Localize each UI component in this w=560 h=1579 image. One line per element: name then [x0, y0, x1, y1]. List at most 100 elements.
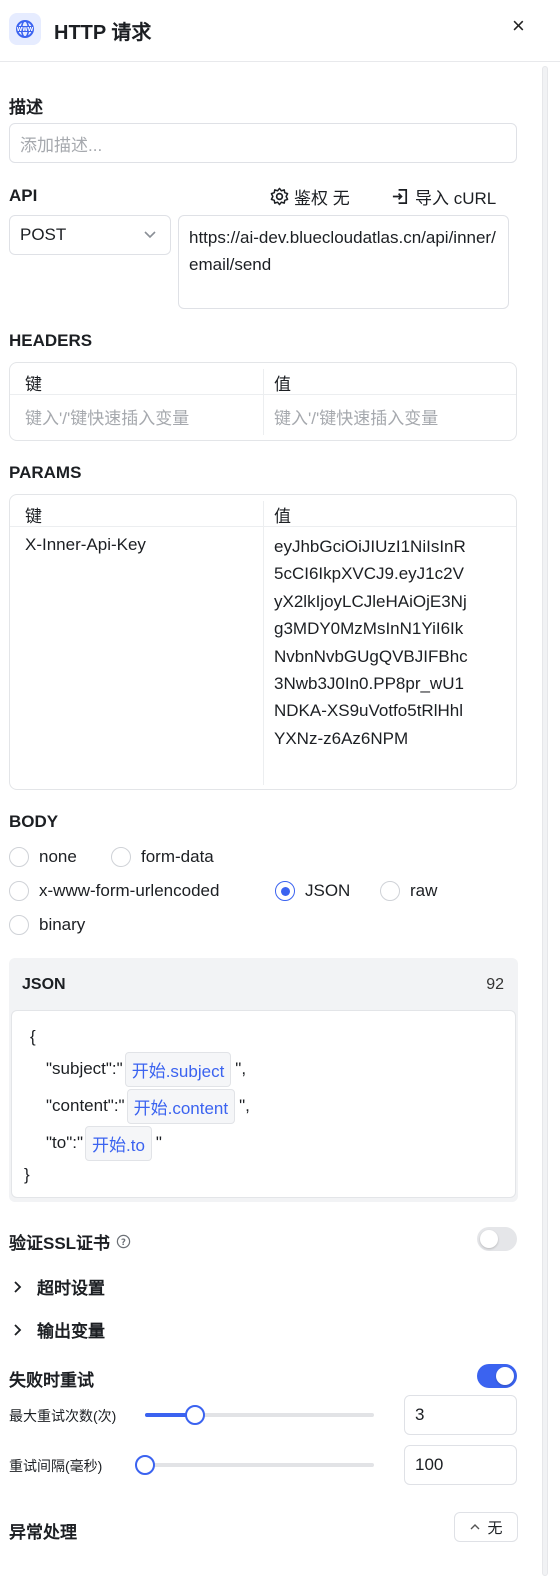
radio-icon	[380, 881, 400, 901]
variable-tag[interactable]: 开始.subject	[124, 1051, 232, 1087]
panel-title: HTTP 请求	[54, 22, 152, 44]
globe-icon: WWW	[9, 13, 41, 45]
chevron-right-icon	[14, 1323, 22, 1336]
headers-col-value: 值	[274, 375, 291, 394]
error-handling-value: 无	[487, 1519, 503, 1537]
headers-col-key: 键	[25, 375, 42, 394]
option-label: JSON	[305, 881, 351, 900]
error-handling-label: 异常处理	[9, 1523, 77, 1542]
slider-handle[interactable]	[185, 1405, 206, 1425]
option-label: none	[39, 847, 77, 866]
retry-interval-value: 100	[415, 1455, 444, 1474]
timeout-section-toggle[interactable]: 超时设置	[9, 1274, 105, 1299]
svg-text:WWW: WWW	[17, 27, 34, 33]
json-char-count: 92	[486, 976, 504, 993]
import-icon	[392, 188, 408, 205]
body-option-raw[interactable]: raw	[380, 881, 437, 901]
header-value-input[interactable]: 键入'/'键快速插入变量	[274, 404, 438, 429]
retry-interval-slider[interactable]	[135, 1455, 374, 1475]
body-label: BODY	[9, 812, 59, 831]
retry-toggle[interactable]	[477, 1364, 517, 1388]
body-option-urlencoded[interactable]: x-www-form-urlencoded	[9, 881, 219, 901]
error-handling-select[interactable]: 无	[454, 1512, 518, 1542]
radio-icon	[9, 881, 29, 901]
json-open-brace: {	[30, 1027, 36, 1046]
max-retry-input[interactable]: 3	[404, 1395, 517, 1435]
ssl-toggle[interactable]	[477, 1227, 517, 1251]
params-col-value: 值	[274, 507, 291, 526]
json-line: "subject":" 开始.subject ",	[46, 1051, 247, 1087]
description-placeholder: 添加描述...	[20, 135, 103, 155]
variable-tag[interactable]: 开始.content	[126, 1088, 236, 1124]
body-option-binary[interactable]: binary	[9, 915, 85, 935]
json-line: "content":" 开始.content ",	[46, 1088, 250, 1124]
output-vars-label: 输出变量	[37, 1322, 105, 1341]
radio-icon	[9, 915, 29, 935]
param-key-input[interactable]: X-Inner-Api-Key	[25, 535, 146, 555]
option-label: binary	[39, 915, 86, 934]
method-value: POST	[20, 225, 67, 244]
params-col-key: 键	[25, 507, 42, 526]
params-label: PARAMS	[9, 463, 82, 482]
option-label: form-data	[141, 847, 214, 866]
method-select[interactable]: POST	[9, 215, 171, 255]
params-table: 键 值 X-Inner-Api-Key eyJhbGciOiJIUzI1NiIs…	[9, 494, 517, 790]
json-key: "content":"	[46, 1096, 125, 1115]
description-input[interactable]: 添加描述...	[9, 123, 517, 163]
json-tail: ",	[239, 1096, 250, 1115]
gear-icon	[270, 187, 289, 206]
auth-label: 鉴权 无	[294, 189, 350, 208]
toggle-knob	[496, 1367, 514, 1385]
panel-header: WWW HTTP 请求 ×	[0, 0, 560, 62]
import-curl-button[interactable]: 导入 cURL	[391, 184, 496, 209]
radio-icon	[9, 847, 29, 867]
help-icon[interactable]: ?	[116, 1234, 131, 1249]
body-option-none[interactable]: none	[9, 847, 77, 867]
slider-handle[interactable]	[135, 1455, 155, 1475]
json-editor-title: JSON	[22, 976, 66, 993]
radio-selected-icon	[275, 881, 295, 901]
api-label: API	[9, 186, 38, 205]
radio-icon	[111, 847, 131, 867]
option-label: x-www-form-urlencoded	[39, 881, 220, 900]
auth-button[interactable]: 鉴权 无	[270, 184, 350, 209]
import-label: 导入 cURL	[415, 189, 497, 208]
json-tail: ",	[235, 1059, 247, 1078]
option-label: raw	[410, 881, 438, 900]
output-vars-section-toggle[interactable]: 输出变量	[9, 1317, 105, 1342]
max-retry-slider[interactable]	[145, 1405, 374, 1425]
ssl-label: 验证SSL证书	[9, 1234, 111, 1253]
json-key: "subject":"	[46, 1059, 123, 1078]
headers-label: HEADERS	[9, 331, 93, 350]
json-editor-panel: JSON 92 { "subject":" 开始.subject ", "conte…	[9, 958, 518, 1202]
retry-interval-label: 重试间隔(毫秒)	[9, 1458, 103, 1474]
max-retry-label: 最大重试次数(次)	[9, 1408, 117, 1424]
json-close-brace: }	[24, 1165, 30, 1184]
column-divider	[263, 501, 264, 785]
toggle-knob	[480, 1230, 498, 1248]
retry-label: 失败时重试	[9, 1371, 94, 1390]
param-value-input[interactable]: eyJhbGciOiJIUzI1NiIsInR5cCI6IkpXVCJ9.eyJ…	[274, 533, 470, 752]
json-line: "to":" 开始.to "	[46, 1125, 162, 1161]
max-retry-value: 3	[415, 1405, 425, 1424]
ssl-row: 验证SSL证书 ?	[9, 1229, 131, 1254]
json-editor[interactable]: { "subject":" 开始.subject ", "content":" 开始.…	[11, 1010, 516, 1198]
headers-table: 键 值 键入'/'键快速插入变量 键入'/'键快速插入变量	[9, 362, 517, 441]
close-icon[interactable]: ×	[512, 15, 525, 37]
chevron-right-icon	[14, 1280, 22, 1293]
chevron-up-icon	[470, 1524, 480, 1530]
retry-interval-input[interactable]: 100	[404, 1445, 517, 1485]
body-option-json[interactable]: JSON	[275, 881, 350, 901]
url-input[interactable]: https://ai-dev.bluecloudatlas.cn/api/inn…	[178, 215, 509, 309]
timeout-label: 超时设置	[37, 1279, 105, 1298]
column-divider	[263, 369, 264, 435]
json-key: "to":"	[46, 1133, 84, 1152]
variable-tag[interactable]: 开始.to	[85, 1125, 152, 1161]
chevron-down-icon	[144, 231, 156, 239]
description-label: 描述	[9, 98, 43, 117]
header-key-input[interactable]: 键入'/'键快速插入变量	[25, 404, 189, 429]
json-tail: "	[155, 1133, 162, 1152]
body-option-form-data[interactable]: form-data	[111, 847, 214, 867]
svg-text:?: ?	[121, 1237, 126, 1247]
scrollbar[interactable]	[542, 66, 548, 1576]
